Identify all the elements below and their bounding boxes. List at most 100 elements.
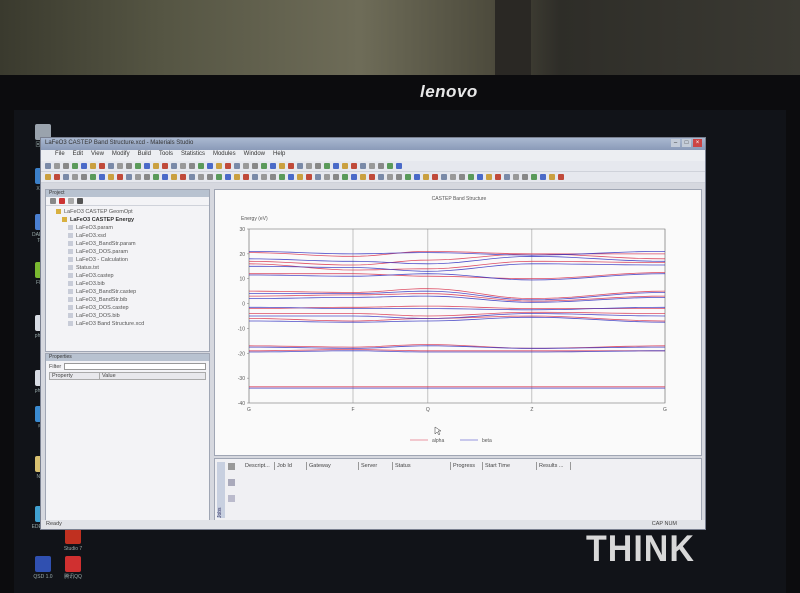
project-tree-item[interactable]: LaFeO3 CASTEP Energy [50, 216, 205, 224]
project-tree-item[interactable]: LaFeO3_DOS.bib [50, 312, 205, 320]
toolbar-button-icon[interactable] [117, 174, 123, 180]
toolbar-button-icon[interactable] [63, 163, 69, 169]
toolbar-button-icon[interactable] [234, 163, 240, 169]
desktop-icon[interactable]: QSD 1.0 [26, 556, 60, 580]
toolbar-button-icon[interactable] [108, 174, 114, 180]
project-tree-item[interactable]: LaFeO3_BandStr.param [50, 240, 205, 248]
toolbar-button-icon[interactable] [63, 174, 69, 180]
toolbar-button-icon[interactable] [396, 163, 402, 169]
toolbar-button-icon[interactable] [459, 174, 465, 180]
jobs-column-header[interactable]: Descript... [243, 462, 275, 470]
toolbar-button-icon[interactable] [198, 174, 204, 180]
refresh-icon[interactable] [228, 463, 235, 470]
toolbar-button-icon[interactable] [306, 163, 312, 169]
toolbar-button-icon[interactable] [279, 174, 285, 180]
toolbar-button-icon[interactable] [495, 174, 501, 180]
project-tree-item[interactable]: Status.txt [50, 264, 205, 272]
toolbar-button-icon[interactable] [441, 174, 447, 180]
toolbar-button-icon[interactable] [270, 163, 276, 169]
toolbar-button-icon[interactable] [324, 163, 330, 169]
toolbar-button-icon[interactable] [297, 174, 303, 180]
desktop-icon[interactable]: 腾讯QQ [56, 556, 90, 580]
menu-build[interactable]: Build [138, 151, 151, 160]
toolbar-button-icon[interactable] [225, 174, 231, 180]
toolbar-button-icon[interactable] [81, 163, 87, 169]
toolbar-button-icon[interactable] [288, 163, 294, 169]
toolbar-button-icon[interactable] [423, 174, 429, 180]
toolbar-button-icon[interactable] [189, 163, 195, 169]
new-folder-icon[interactable] [50, 198, 56, 204]
toolbar-button-icon[interactable] [342, 174, 348, 180]
menu-file[interactable]: File [55, 151, 65, 160]
toolbar-button-icon[interactable] [243, 163, 249, 169]
toolbar-button-icon[interactable] [450, 174, 456, 180]
save-icon[interactable] [77, 198, 83, 204]
toolbar-button-icon[interactable] [387, 174, 393, 180]
toolbar-button-icon[interactable] [432, 174, 438, 180]
toolbar-button-icon[interactable] [360, 174, 366, 180]
toolbar-button-icon[interactable] [45, 174, 51, 180]
toolbar-button-icon[interactable] [414, 174, 420, 180]
project-tree-item[interactable]: LaFeO3.xsd [50, 232, 205, 240]
toolbar-button-icon[interactable] [45, 163, 51, 169]
project-tree-item[interactable]: LaFeO3_DOS.castep [50, 304, 205, 312]
toolbar-button-icon[interactable] [135, 174, 141, 180]
toolbar-button-icon[interactable] [234, 174, 240, 180]
toolbar-button-icon[interactable] [504, 174, 510, 180]
menu-modules[interactable]: Modules [213, 151, 236, 160]
toolbar-button-icon[interactable] [225, 163, 231, 169]
toolbar-button-icon[interactable] [396, 174, 402, 180]
toolbar-button-icon[interactable] [387, 163, 393, 169]
properties-icon[interactable] [68, 198, 74, 204]
jobs-side-tab[interactable]: Jobs [217, 462, 225, 518]
toolbar-button-icon[interactable] [144, 174, 150, 180]
toolbar-button-icon[interactable] [468, 174, 474, 180]
toolbar-button-icon[interactable] [351, 163, 357, 169]
toolbar-button-icon[interactable] [360, 163, 366, 169]
close-button[interactable]: × [693, 139, 702, 147]
toolbar-button-icon[interactable] [99, 174, 105, 180]
toolbar-button-icon[interactable] [72, 174, 78, 180]
project-tree-item[interactable]: LaFeO3.bib [50, 280, 205, 288]
toolbar-button-icon[interactable] [549, 174, 555, 180]
column-property[interactable]: Property [50, 373, 100, 379]
toolbar-button-icon[interactable] [180, 174, 186, 180]
project-tree-item[interactable]: LaFeO3 - Calculation [50, 256, 205, 264]
project-tree-item[interactable]: LaFeO3.param [50, 224, 205, 232]
menu-window[interactable]: Window [244, 151, 265, 160]
toolbar-button-icon[interactable] [54, 163, 60, 169]
toolbar-button-icon[interactable] [189, 174, 195, 180]
menu-tools[interactable]: Tools [159, 151, 173, 160]
delete-icon[interactable] [59, 198, 65, 204]
toolbar-button-icon[interactable] [315, 174, 321, 180]
toolbar-button-icon[interactable] [378, 174, 384, 180]
toolbar-button-icon[interactable] [297, 163, 303, 169]
job-details-icon[interactable] [228, 479, 235, 486]
toolbar-button-icon[interactable] [81, 174, 87, 180]
toolbar-button-icon[interactable] [108, 163, 114, 169]
maximize-button[interactable]: □ [682, 139, 691, 147]
toolbar-button-icon[interactable] [180, 163, 186, 169]
toolbar-button-icon[interactable] [486, 174, 492, 180]
desktop-icon[interactable]: Studio 7 [56, 528, 90, 552]
toolbar-button-icon[interactable] [243, 174, 249, 180]
toolbar-button-icon[interactable] [144, 163, 150, 169]
jobs-column-header[interactable]: Results ... [537, 462, 571, 470]
menu-modify[interactable]: Modify [112, 151, 130, 160]
jobs-column-header[interactable]: Start Time [483, 462, 537, 470]
project-tree-item[interactable]: LaFeO3_BandStr.castep [50, 288, 205, 296]
toolbar-button-icon[interactable] [252, 174, 258, 180]
toolbar-button-icon[interactable] [261, 174, 267, 180]
toolbar-button-icon[interactable] [162, 163, 168, 169]
toolbar-button-icon[interactable] [252, 163, 258, 169]
jobs-column-header[interactable]: Server [359, 462, 393, 470]
toolbar-button-icon[interactable] [72, 163, 78, 169]
toolbar-button-icon[interactable] [216, 174, 222, 180]
toolbar-button-icon[interactable] [288, 174, 294, 180]
toolbar-button-icon[interactable] [126, 174, 132, 180]
toolbar-button-icon[interactable] [261, 163, 267, 169]
menu-statistics[interactable]: Statistics [181, 151, 205, 160]
toolbar-button-icon[interactable] [333, 163, 339, 169]
toolbar-button-icon[interactable] [270, 174, 276, 180]
toolbar-button-icon[interactable] [477, 174, 483, 180]
